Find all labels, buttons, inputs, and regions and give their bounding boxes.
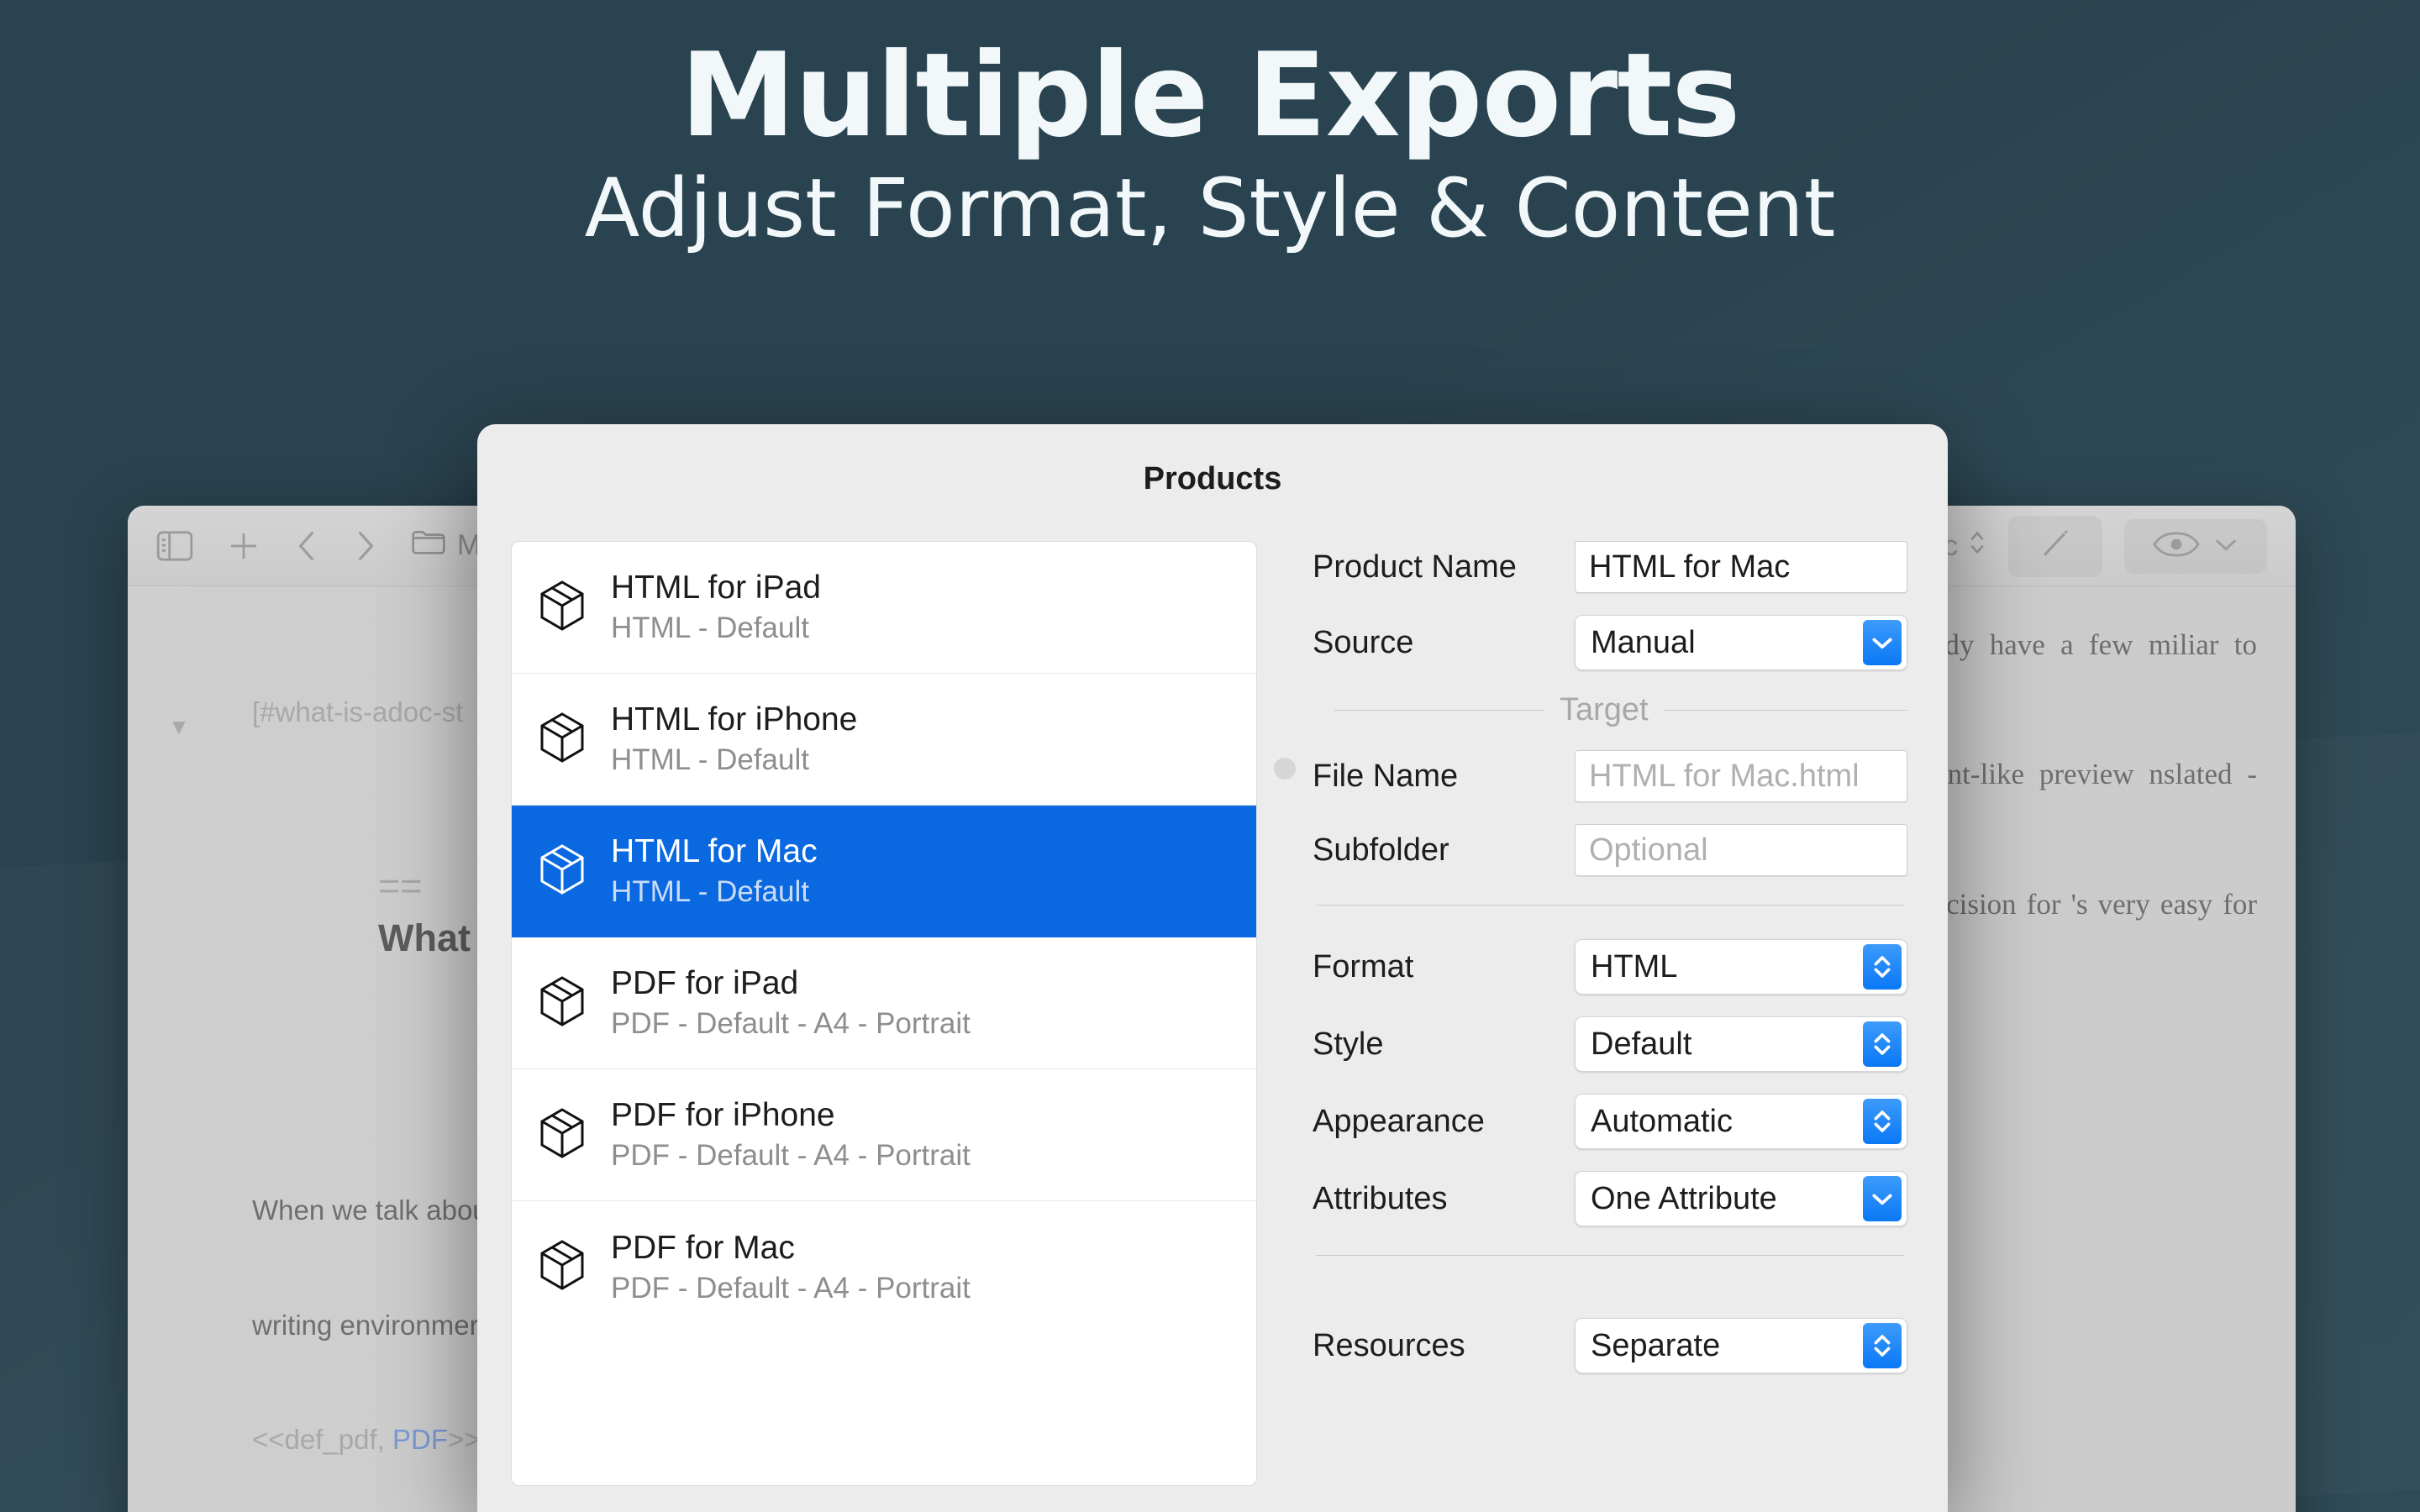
- attributes-value: One Attribute: [1591, 1181, 1777, 1217]
- list-item[interactable]: PDF for iPhone PDF - Default - A4 - Port…: [512, 1069, 1256, 1201]
- list-empty-area: [512, 1333, 1256, 1486]
- chevron-down-icon: [2213, 536, 2238, 557]
- file-name-row: File Name HTML for Mac.html: [1313, 750, 1907, 802]
- products-dialog: Products HTML for iPad HTML - Default: [477, 424, 1948, 1512]
- preview-mode-button[interactable]: [2124, 519, 2267, 574]
- appearance-value: Automatic: [1591, 1104, 1733, 1140]
- appearance-label: Appearance: [1313, 1104, 1556, 1140]
- up-down-chevron-icon: [1863, 1021, 1902, 1067]
- box-icon: [537, 711, 587, 769]
- screenshot-stage: Multiple Exports Adjust Format, Style & …: [0, 0, 2420, 1512]
- product-settings-form: Product Name HTML for Mac Source Manual: [1313, 541, 1914, 1486]
- promo-banner: Multiple Exports Adjust Format, Style & …: [0, 35, 2420, 255]
- source-value: Manual: [1591, 625, 1696, 661]
- format-label: Format: [1313, 949, 1556, 985]
- list-item[interactable]: PDF for iPad PDF - Default - A4 - Portra…: [512, 937, 1256, 1069]
- format-row: Format HTML: [1313, 939, 1907, 995]
- sidebar-icon[interactable]: [156, 531, 193, 561]
- style-popup[interactable]: Default: [1575, 1016, 1907, 1072]
- resources-popup[interactable]: Separate: [1575, 1318, 1907, 1373]
- chevron-down-icon: [1863, 620, 1902, 665]
- attributes-label: Attributes: [1313, 1181, 1556, 1217]
- product-name-row: Product Name HTML for Mac: [1313, 541, 1907, 593]
- subfolder-input[interactable]: Optional: [1575, 824, 1907, 876]
- eye-icon: [2153, 529, 2200, 564]
- plus-icon[interactable]: [227, 529, 260, 563]
- pane-splitter[interactable]: [1257, 541, 1313, 1486]
- divider-right: [1664, 710, 1907, 711]
- source-pulldown[interactable]: Manual: [1575, 615, 1907, 670]
- promo-subheadline: Adjust Format, Style & Content: [0, 162, 2420, 255]
- fold-triangle-icon[interactable]: ▼: [168, 712, 190, 743]
- box-icon: [537, 974, 587, 1032]
- product-detail: HTML - Default: [611, 743, 857, 777]
- box-icon: [537, 843, 587, 900]
- style-row: Style Default: [1313, 1016, 1907, 1072]
- attributes-row: Attributes One Attribute: [1313, 1171, 1907, 1226]
- product-detail: HTML - Default: [611, 612, 821, 645]
- box-icon: [537, 1106, 587, 1164]
- product-name: HTML for iPad: [611, 570, 821, 606]
- product-name: PDF for iPad: [611, 965, 971, 1002]
- target-section-header: Target: [1313, 692, 1907, 728]
- product-list[interactable]: HTML for iPad HTML - Default HTML for iP…: [511, 541, 1257, 1486]
- subfolder-label: Subfolder: [1313, 832, 1556, 869]
- form-divider: [1316, 1255, 1904, 1256]
- product-detail: PDF - Default - A4 - Portrait: [611, 1007, 971, 1041]
- product-name: PDF for iPhone: [611, 1097, 971, 1134]
- promo-headline: Multiple Exports: [0, 35, 2420, 157]
- subfolder-row: Subfolder Optional: [1313, 824, 1907, 876]
- list-item-selected[interactable]: HTML for Mac HTML - Default: [512, 806, 1256, 937]
- product-name-label: Product Name: [1313, 549, 1556, 585]
- editor-heading-marks: ==: [378, 864, 423, 907]
- up-down-chevron-icon: [1863, 1323, 1902, 1368]
- list-item[interactable]: HTML for iPad HTML - Default: [512, 542, 1256, 674]
- product-name-input[interactable]: HTML for Mac: [1575, 541, 1907, 593]
- appearance-row: Appearance Automatic: [1313, 1094, 1907, 1149]
- pencil-icon: [2037, 526, 2074, 567]
- style-label: Style: [1313, 1026, 1556, 1063]
- resources-row: Resources Separate: [1313, 1318, 1907, 1373]
- divider-left: [1334, 710, 1544, 711]
- splitter-handle-dot[interactable]: [1274, 758, 1296, 780]
- product-name: HTML for iPhone: [611, 701, 857, 738]
- chevron-right-icon[interactable]: [353, 528, 378, 564]
- source-label: Source: [1313, 625, 1556, 661]
- style-value: Default: [1591, 1026, 1691, 1063]
- box-icon: [537, 1238, 587, 1296]
- format-value: HTML: [1591, 949, 1677, 985]
- product-detail: PDF - Default - A4 - Portrait: [611, 1272, 971, 1305]
- product-detail: HTML - Default: [611, 875, 818, 909]
- file-name-label: File Name: [1313, 759, 1556, 795]
- form-divider: [1316, 905, 1904, 906]
- dialog-body: HTML for iPad HTML - Default HTML for iP…: [477, 497, 1948, 1486]
- resources-value: Separate: [1591, 1328, 1720, 1364]
- list-item[interactable]: PDF for Mac PDF - Default - A4 - Portrai…: [512, 1201, 1256, 1333]
- box-icon: [537, 579, 587, 637]
- source-row: Source Manual: [1313, 615, 1907, 670]
- product-name: PDF for Mac: [611, 1230, 971, 1267]
- resources-label: Resources: [1313, 1328, 1556, 1364]
- up-down-chevron-icon: [1863, 944, 1902, 990]
- chevron-left-icon[interactable]: [294, 528, 319, 564]
- target-section-title: Target: [1560, 692, 1649, 728]
- up-down-chevron-icon: [1863, 1099, 1902, 1144]
- format-popup[interactable]: HTML: [1575, 939, 1907, 995]
- attributes-pulldown[interactable]: One Attribute: [1575, 1171, 1907, 1226]
- appearance-popup[interactable]: Automatic: [1575, 1094, 1907, 1149]
- dialog-title: Products: [477, 424, 1948, 497]
- list-item[interactable]: HTML for iPhone HTML - Default: [512, 674, 1256, 806]
- product-name: HTML for Mac: [611, 833, 818, 870]
- edit-mode-button[interactable]: [2008, 516, 2102, 577]
- file-name-input[interactable]: HTML for Mac.html: [1575, 750, 1907, 802]
- chevron-down-icon: [1863, 1176, 1902, 1221]
- product-detail: PDF - Default - A4 - Portrait: [611, 1139, 971, 1173]
- up-down-chevron-icon: [1968, 527, 1986, 566]
- folder-icon: [412, 528, 445, 563]
